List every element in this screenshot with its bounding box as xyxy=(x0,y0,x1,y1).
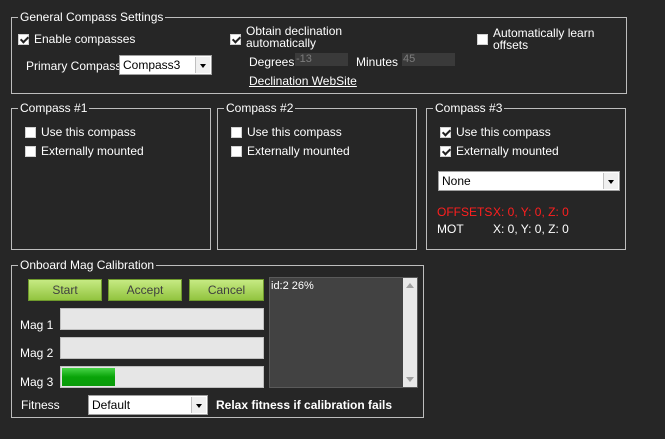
minutes-input[interactable]: 45 xyxy=(402,53,455,66)
accept-button[interactable]: Accept xyxy=(108,279,182,301)
compass3-orientation-select[interactable]: None xyxy=(438,171,620,191)
compass2-use-label[interactable]: Use this compass xyxy=(247,125,342,139)
mag1-progress-bar xyxy=(60,308,264,330)
mot-values: X: 0, Y: 0, Z: 0 xyxy=(493,222,569,236)
chevron-down-icon[interactable] xyxy=(191,397,206,413)
group-title: Compass #1 xyxy=(18,101,90,115)
obtain-declination-checkbox[interactable] xyxy=(230,34,241,45)
group-title: General Compass Settings xyxy=(18,10,166,24)
compass3-use-label[interactable]: Use this compass xyxy=(456,125,551,139)
scroll-down-icon[interactable] xyxy=(406,377,414,382)
chevron-down-icon[interactable] xyxy=(195,57,210,73)
start-button[interactable]: Start xyxy=(28,279,102,301)
degrees-label: Degrees xyxy=(249,55,295,69)
group-title: Compass #2 xyxy=(224,101,296,115)
compass2-group: Compass #2 Use this compass Externally m… xyxy=(217,101,417,250)
compass1-group: Compass #1 Use this compass Externally m… xyxy=(11,101,211,250)
compass3-external-label[interactable]: Externally mounted xyxy=(456,144,559,158)
enable-compasses-label[interactable]: Enable compasses xyxy=(34,32,135,46)
offsets-label: OFFSETS xyxy=(437,205,493,219)
chevron-down-icon[interactable] xyxy=(603,173,618,189)
compass3-orientation-value: None xyxy=(442,174,471,188)
progress-fill xyxy=(62,368,115,386)
fitness-label: Fitness xyxy=(21,398,60,412)
mag2-label: Mag 2 xyxy=(20,346,54,360)
degrees-input[interactable]: -13 xyxy=(295,53,348,66)
calibration-log-text: id:2 26% xyxy=(271,280,314,292)
cancel-button[interactable]: Cancel xyxy=(189,279,264,301)
compass2-use-checkbox[interactable] xyxy=(231,127,242,138)
declination-website-link[interactable]: Declination WebSite xyxy=(249,74,357,88)
auto-learn-offsets-label-line2[interactable]: offsets xyxy=(493,39,528,51)
fitness-select[interactable]: Default xyxy=(88,395,208,415)
mag1-label: Mag 1 xyxy=(20,318,54,332)
offsets-values: X: 0, Y: 0, Z: 0 xyxy=(493,205,569,219)
minutes-label: Minutes xyxy=(356,55,399,69)
compass1-external-label[interactable]: Externally mounted xyxy=(41,144,144,158)
log-scrollbar[interactable] xyxy=(403,278,417,387)
general-compass-settings-group: General Compass Settings Enable compasse… xyxy=(11,10,627,94)
compass1-external-checkbox[interactable] xyxy=(25,146,36,157)
primary-compass-value: Compass3 xyxy=(123,58,181,72)
compass2-external-checkbox[interactable] xyxy=(231,146,242,157)
group-title: Onboard Mag Calibration xyxy=(18,258,157,272)
compass3-use-checkbox[interactable] xyxy=(440,127,451,138)
mot-label: MOT xyxy=(437,222,464,236)
mag3-label: Mag 3 xyxy=(20,375,54,389)
onboard-mag-calibration-group: Onboard Mag Calibration Start Accept Can… xyxy=(11,258,424,418)
auto-learn-offsets-checkbox[interactable] xyxy=(477,34,488,45)
compass3-external-checkbox[interactable] xyxy=(440,146,451,157)
primary-compass-label: Primary Compass: xyxy=(26,59,125,73)
compass1-use-checkbox[interactable] xyxy=(25,127,36,138)
compass3-group: Compass #3 Use this compass Externally m… xyxy=(426,101,626,250)
fitness-value: Default xyxy=(92,398,131,412)
obtain-declination-label-line2[interactable]: automatically xyxy=(246,37,316,49)
compass2-external-label[interactable]: Externally mounted xyxy=(247,144,350,158)
scroll-up-icon[interactable] xyxy=(406,283,414,288)
enable-compasses-checkbox[interactable] xyxy=(18,34,29,45)
group-title: Compass #3 xyxy=(433,101,505,115)
mag2-progress-bar xyxy=(60,337,264,359)
primary-compass-select[interactable]: Compass3 xyxy=(119,55,212,75)
calibration-log-textarea[interactable]: id:2 26% xyxy=(269,277,418,388)
compass1-use-label[interactable]: Use this compass xyxy=(41,125,136,139)
relax-fitness-label: Relax fitness if calibration fails xyxy=(216,398,393,412)
mag3-progress-bar xyxy=(60,366,264,388)
